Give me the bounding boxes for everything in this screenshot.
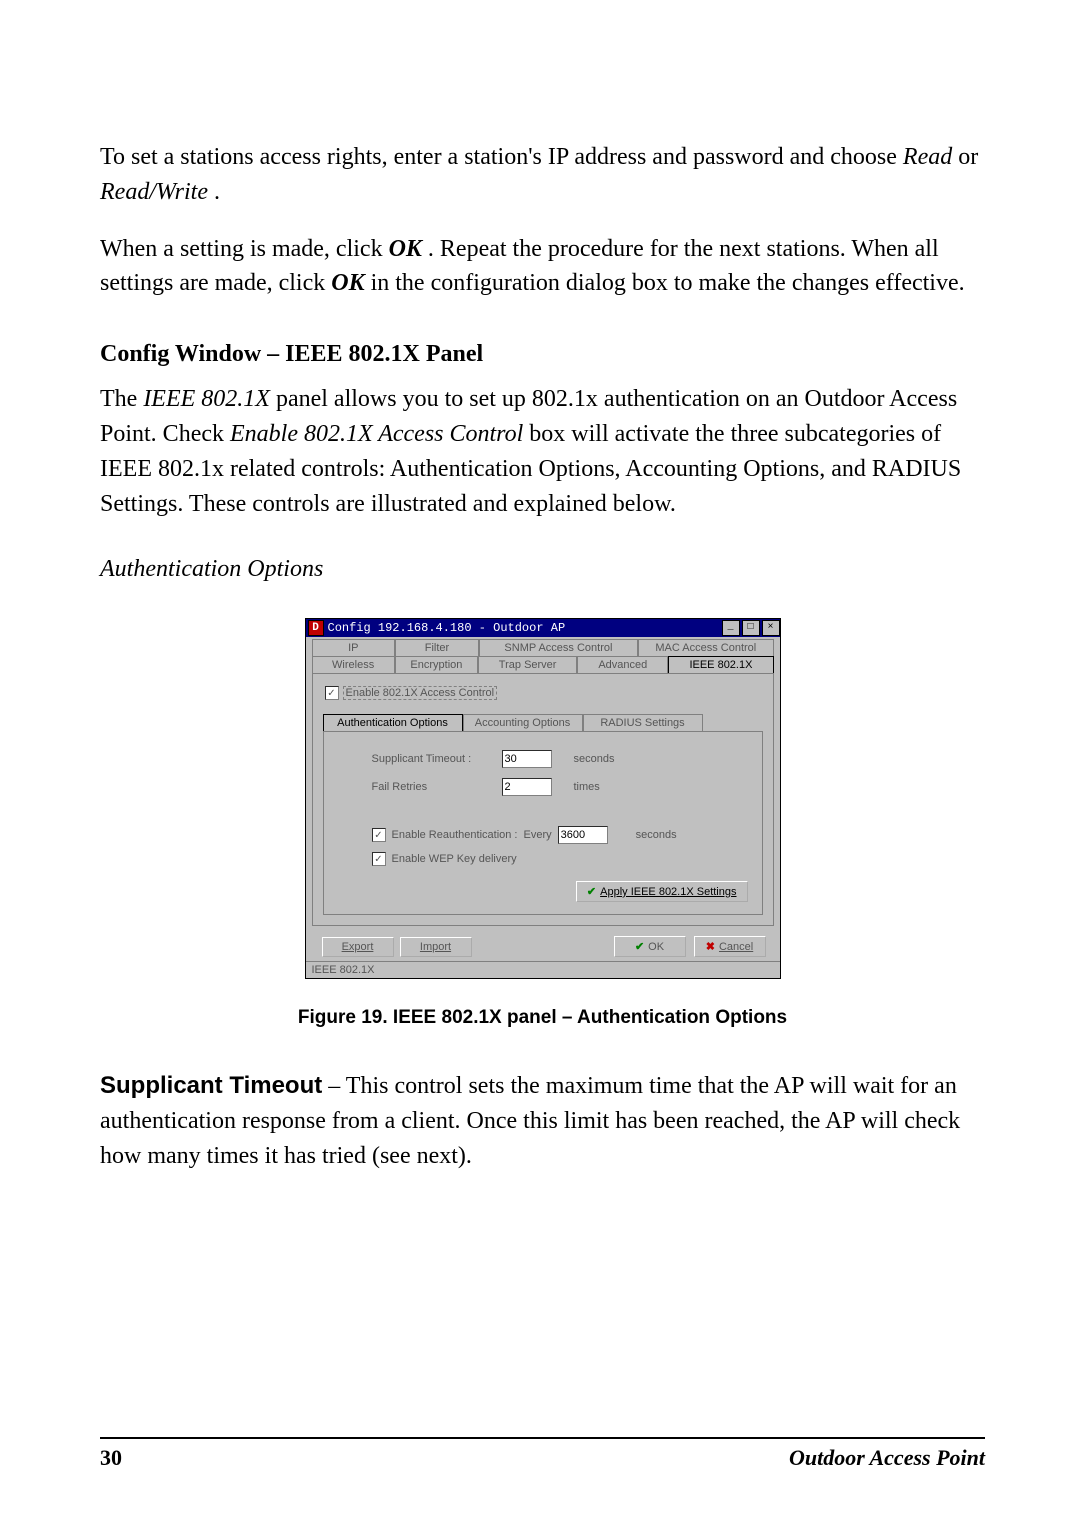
import-label: Import [420,941,451,953]
statusbar: IEEE 802.1X [306,961,780,978]
ieee-panel-body: ✓ Enable 802.1X Access Control Authentic… [312,673,774,926]
wep-row: ✓ Enable WEP Key delivery [372,852,752,866]
config-window: D Config 192.168.4.180 - Outdoor AP _ □ … [305,618,781,979]
para2-a: When a setting is made, click [100,236,389,262]
document-page: To set a stations access rights, enter a… [0,0,1080,1529]
close-button[interactable]: × [762,620,780,636]
reauth-unit: seconds [636,829,677,841]
fail-retries-label: Fail Retries [372,781,502,793]
figure-19: D Config 192.168.4.180 - Outdoor AP _ □ … [100,618,985,979]
para1-end: . [214,179,220,205]
cancel-button[interactable]: ✖ Cancel [694,936,766,957]
x-icon: ✖ [706,940,715,953]
export-label: Export [342,941,374,953]
page-number: 30 [100,1445,122,1471]
import-button[interactable]: Import [400,937,472,957]
fail-retries-unit: times [574,781,600,793]
supplicant-timeout-unit: seconds [574,753,615,765]
tab-wireless[interactable]: Wireless [312,656,395,673]
cancel-label: Cancel [719,941,753,953]
inner-tab-auth[interactable]: Authentication Options [323,714,463,731]
tab-ieee-8021x[interactable]: IEEE 802.1X [668,656,773,673]
ok-button[interactable]: ✔ OK [614,936,686,957]
para2-ok2: OK [331,270,364,296]
export-button[interactable]: Export [322,937,394,957]
inner-tab-accounting[interactable]: Accounting Options [463,714,583,731]
supplicant-timeout-label: Supplicant Timeout : [372,753,502,765]
enable-wep-checkbox[interactable]: ✓ [372,852,386,866]
paragraph-ok-procedure: When a setting is made, click OK . Repea… [100,232,985,302]
supplicant-timeout-input[interactable]: 30 [502,750,552,768]
para1-readwrite: Read/Write [100,179,208,205]
inner-tab-radius[interactable]: RADIUS Settings [583,714,703,731]
paragraph-access-rights: To set a stations access rights, enter a… [100,140,985,210]
bottom-button-row: Export Import ✔ OK ✖ Cancel [306,930,780,961]
footer-title: Outdoor Access Point [789,1445,985,1471]
titlebar: D Config 192.168.4.180 - Outdoor AP _ □ … [306,619,780,637]
para3-a: The [100,386,143,412]
para1-or: or [958,144,978,170]
tab-encryption[interactable]: Encryption [395,656,478,673]
enable-reauth-label: Enable Reauthentication : [392,829,518,841]
page-footer: 30 Outdoor Access Point [100,1437,985,1471]
enable-8021x-label: Enable 802.1X Access Control [343,686,498,700]
minimize-button[interactable]: _ [722,620,740,636]
figure-caption: Figure 19. IEEE 802.1X panel – Authentic… [100,1007,985,1029]
apply-ieee-settings-button[interactable]: ✔ Apply IEEE 802.1X Settings [576,881,748,902]
para3-ieee: IEEE 802.1X [143,386,270,412]
outer-tabs-row1: IP Filter SNMP Access Control MAC Access… [306,637,780,656]
paragraph-ieee-intro: The IEEE 802.1X panel allows you to set … [100,382,985,521]
enable-wep-label: Enable WEP Key delivery [392,853,517,865]
tab-ip[interactable]: IP [312,639,396,656]
reauth-row: ✓ Enable Reauthentication : Every 3600 s… [372,826,752,844]
tab-snmp-access-control[interactable]: SNMP Access Control [479,639,638,656]
subheading-auth-options: Authentication Options [100,556,985,583]
outer-tabs-row2: Wireless Encryption Trap Server Advanced… [306,656,780,673]
para1-lead: To set a stations access rights, enter a… [100,144,903,170]
para3-enable: Enable 802.1X Access Control [230,421,523,447]
para2-ok1: OK [389,236,422,262]
tab-mac-access-control[interactable]: MAC Access Control [638,639,773,656]
para2-c: in the configuration dialog box to make … [371,270,965,296]
enable-8021x-row: ✓ Enable 802.1X Access Control [325,686,763,700]
section-heading: Config Window – IEEE 802.1X Panel [100,341,985,368]
app-icon: D [308,620,324,636]
checkmark-icon: ✔ [587,885,596,898]
enable-reauth-checkbox[interactable]: ✓ [372,828,386,842]
enable-8021x-checkbox[interactable]: ✓ [325,686,339,700]
apply-label: Apply IEEE 802.1X Settings [600,886,736,898]
fail-retries-input[interactable]: 2 [502,778,552,796]
fail-retries-row: Fail Retries 2 times [372,778,752,796]
supplicant-timeout-row: Supplicant Timeout : 30 seconds [372,750,752,768]
reauth-every-label: Every [523,829,551,841]
auth-options-body: Supplicant Timeout : 30 seconds Fail Ret… [323,731,763,915]
tab-advanced[interactable]: Advanced [577,656,668,673]
checkmark-icon: ✔ [635,940,644,953]
ok-label: OK [648,941,664,953]
supplicant-timeout-term: Supplicant Timeout [100,1072,322,1099]
tab-trap-server[interactable]: Trap Server [478,656,577,673]
window-title: Config 192.168.4.180 - Outdoor AP [328,621,566,635]
paragraph-supplicant-timeout: Supplicant Timeout – This control sets t… [100,1069,985,1173]
para1-read: Read [903,144,952,170]
reauth-interval-input[interactable]: 3600 [558,826,608,844]
tab-filter[interactable]: Filter [395,639,479,656]
inner-tabs: Authentication Options Accounting Option… [323,714,763,731]
maximize-button[interactable]: □ [742,620,760,636]
